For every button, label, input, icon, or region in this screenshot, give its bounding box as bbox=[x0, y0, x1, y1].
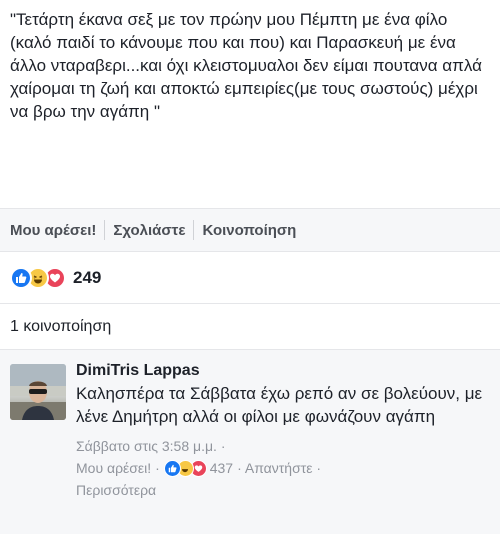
comment-body: DimiTris Lappas Καλησπέρα τα Σάββατα έχω… bbox=[76, 360, 492, 501]
comment-reaction-icons[interactable] bbox=[163, 459, 207, 477]
comment-timestamp[interactable]: Σάββατο στις 3:58 μ.μ. · bbox=[76, 436, 492, 457]
share-button[interactable]: Κοινοποίηση bbox=[194, 222, 304, 239]
comment-actions: Μου αρέσει! · 437 · Απαντήστε · bbox=[76, 457, 492, 479]
comment-button[interactable]: Σχολιάστε bbox=[105, 222, 193, 239]
avatar[interactable] bbox=[10, 364, 66, 420]
like-icon bbox=[163, 459, 181, 477]
reactions-summary[interactable]: 249 bbox=[0, 252, 500, 304]
like-button[interactable]: Μου αρέσει! bbox=[10, 222, 104, 239]
more-link[interactable]: Περισσότερα bbox=[76, 479, 492, 501]
comment-like-link[interactable]: Μου αρέσει! · bbox=[76, 457, 160, 479]
post-action-bar: Μου αρέσει! Σχολιάστε Κοινοποίηση bbox=[0, 208, 500, 252]
comment-author[interactable]: DimiTris Lappas bbox=[76, 360, 492, 382]
reaction-icons bbox=[10, 266, 66, 289]
comment: DimiTris Lappas Καλησπέρα τα Σάββατα έχω… bbox=[0, 350, 500, 534]
comment-reply-link[interactable]: · Απαντήστε · bbox=[237, 457, 321, 479]
comment-text: Καλησπέρα τα Σάββατα έχω ρεπό αν σε βολε… bbox=[76, 384, 483, 426]
reaction-count: 249 bbox=[73, 267, 102, 287]
shares-count[interactable]: 1 κοινοποίηση bbox=[0, 304, 500, 350]
like-icon bbox=[10, 266, 32, 289]
comment-reaction-count[interactable]: 437 bbox=[210, 457, 233, 479]
post-text: "Τετάρτη έκανα σεξ με τον πρώην μου Πέμπ… bbox=[10, 10, 482, 121]
